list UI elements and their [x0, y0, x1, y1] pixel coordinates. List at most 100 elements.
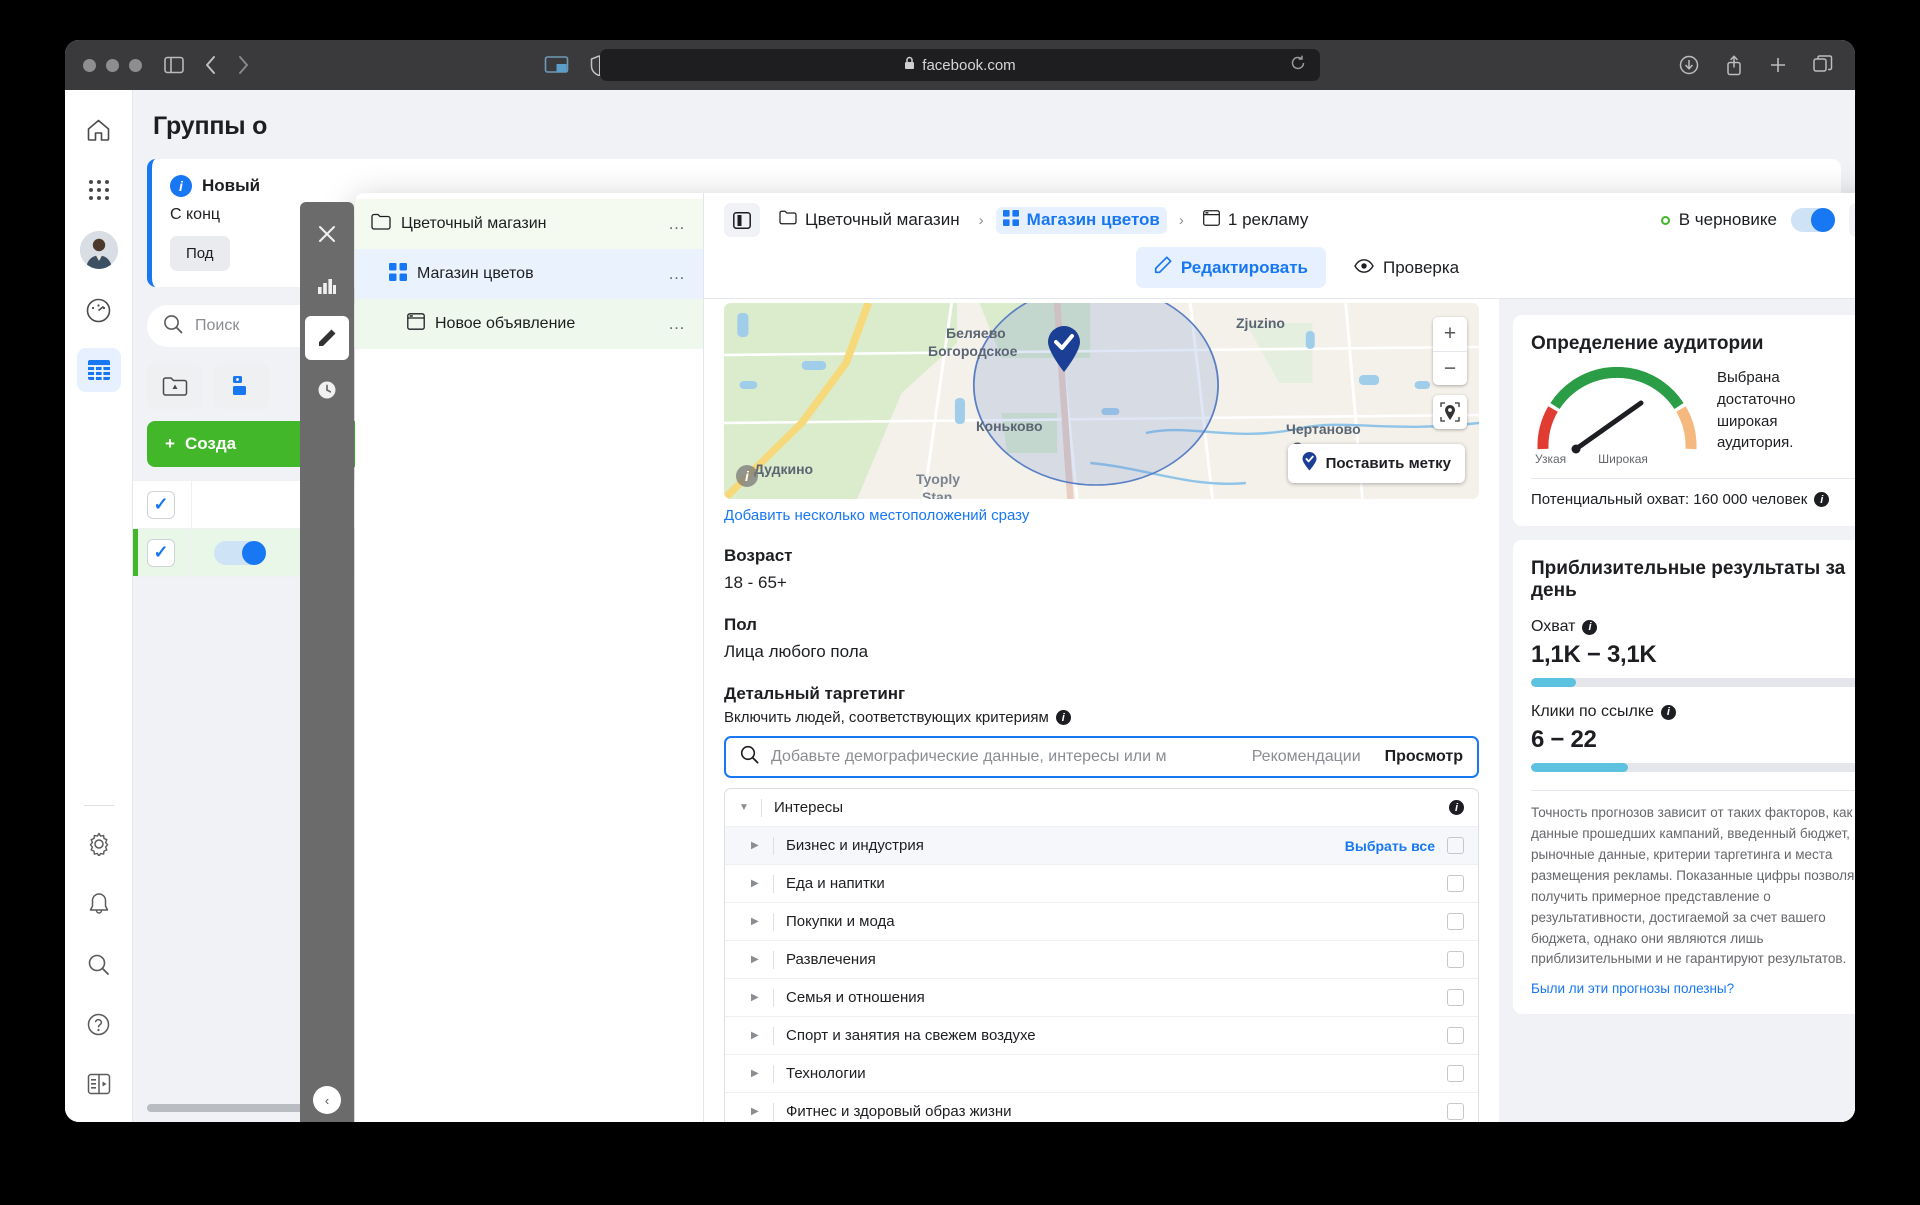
row-checkbox[interactable]: ✓ — [147, 490, 175, 519]
search-icon[interactable] — [77, 942, 121, 986]
info-icon[interactable]: i — [736, 465, 758, 487]
tree-row-ad[interactable]: Новое объявление … — [355, 299, 703, 349]
background-adset-button[interactable] — [213, 363, 269, 409]
tab-review[interactable]: Проверка — [1336, 247, 1477, 288]
list-item-checkbox[interactable] — [1447, 875, 1464, 892]
map-zoom-out-button[interactable]: − — [1433, 351, 1467, 385]
chevron-right-icon[interactable]: ▶ — [751, 878, 761, 889]
tree-row-menu[interactable]: … — [668, 264, 687, 284]
gauge-max-label: Широкая — [1598, 452, 1648, 466]
list-item[interactable]: ▶ Спорт и занятия на свежем воздухе — [725, 1017, 1478, 1055]
select-all-link[interactable]: Выбрать все — [1345, 838, 1435, 854]
status-toggle[interactable] — [1791, 208, 1835, 232]
list-item[interactable]: ▶ Бизнес и индустрия Выбрать все — [725, 827, 1478, 865]
share-icon[interactable] — [1725, 54, 1743, 76]
collapse-icon[interactable]: ‹ — [313, 1086, 341, 1114]
tab-edit[interactable]: Редактировать — [1135, 247, 1326, 288]
add-multiple-locations-link[interactable]: Добавить несколько местоположений сразу — [724, 507, 1479, 524]
locate-pin-icon[interactable] — [1433, 395, 1467, 429]
chevron-right-icon[interactable]: ▶ — [751, 992, 761, 1003]
tab-overview-icon[interactable] — [1813, 55, 1833, 75]
list-item-checkbox[interactable] — [1447, 989, 1464, 1006]
forecast-feedback-link[interactable]: Были ли эти прогнозы полезны? — [1531, 981, 1855, 996]
help-icon[interactable] — [77, 1002, 121, 1046]
tree-row-menu[interactable]: … — [668, 314, 687, 334]
list-item-label: Еда и напитки — [786, 875, 885, 892]
background-folder-button[interactable] — [147, 363, 203, 409]
maximize-window-button[interactable] — [129, 58, 142, 72]
close-icon[interactable] — [305, 212, 349, 256]
row-checkbox[interactable]: ✓ — [147, 538, 175, 567]
location-map[interactable]: Беляево Богородское Zjuzino Коньково Чер… — [724, 303, 1479, 499]
sidebar-toggle-icon[interactable] — [164, 56, 184, 74]
pencil-icon[interactable] — [305, 316, 349, 360]
list-item[interactable]: ▶ Фитнес и здоровый образ жизни — [725, 1093, 1478, 1122]
potential-reach-text: Потенциальный охват: 160 000 человек — [1531, 491, 1808, 508]
chevron-right-icon[interactable]: ▶ — [751, 1106, 761, 1117]
panel-icon[interactable] — [77, 1062, 121, 1106]
chevron-right-icon[interactable]: ▶ — [751, 916, 761, 927]
tab-review-label: Проверка — [1382, 257, 1460, 277]
table-icon[interactable] — [76, 348, 121, 392]
targeting-search-input[interactable]: Добавьте демографические данные, интерес… — [724, 736, 1479, 778]
background-notice-button[interactable]: Под — [170, 236, 230, 271]
list-item[interactable]: ▶ Покупки и мода — [725, 903, 1478, 941]
avatar[interactable] — [77, 228, 121, 272]
interests-list-header[interactable]: ▼ Интересы i — [725, 789, 1478, 827]
breadcrumb-adset[interactable]: Магазин цветов — [995, 206, 1167, 234]
list-item-checkbox[interactable] — [1447, 1027, 1464, 1044]
sidebar-toggle-icon[interactable] — [724, 203, 760, 237]
clock-icon[interactable] — [305, 368, 349, 412]
gear-icon[interactable] — [77, 822, 121, 866]
list-item-checkbox[interactable] — [1447, 1065, 1464, 1082]
home-icon[interactable] — [77, 108, 121, 152]
back-icon[interactable] — [204, 55, 217, 75]
tree-row-adset[interactable]: Магазин цветов … — [355, 249, 703, 299]
chevron-right-icon[interactable]: ▶ — [751, 1068, 761, 1079]
tree-row-menu[interactable]: … — [668, 214, 687, 234]
bell-icon[interactable] — [77, 882, 121, 926]
close-window-button[interactable] — [83, 58, 96, 72]
screencast-icon[interactable] — [544, 55, 569, 75]
row-status-toggle[interactable] — [214, 540, 266, 565]
forward-icon[interactable] — [237, 55, 250, 75]
window-controls[interactable] — [83, 58, 142, 72]
map-zoom-controls[interactable]: + − — [1433, 317, 1467, 385]
downloads-icon[interactable] — [1679, 55, 1699, 75]
list-item[interactable]: ▶ Семья и отношения — [725, 979, 1478, 1017]
list-item[interactable]: ▶ Развлечения — [725, 941, 1478, 979]
new-tab-icon[interactable] — [1769, 56, 1787, 74]
tree-row-campaign[interactable]: Цветочный магазин … — [355, 199, 703, 249]
list-item[interactable]: ▶ Еда и напитки — [725, 865, 1478, 903]
map-zoom-in-button[interactable]: + — [1433, 317, 1467, 351]
eye-icon — [1354, 258, 1374, 278]
chevron-down-icon[interactable]: ▼ — [739, 802, 749, 813]
info-icon[interactable]: i — [1582, 619, 1598, 635]
breadcrumb-label: Цветочный магазин — [805, 210, 960, 229]
chart-bars-icon[interactable] — [305, 264, 349, 308]
chevron-right-icon[interactable]: ▶ — [751, 1030, 761, 1041]
gauge-icon[interactable] — [77, 288, 121, 332]
chevron-right-icon[interactable]: ▶ — [751, 954, 761, 965]
info-icon[interactable]: i — [1814, 492, 1830, 507]
info-icon[interactable]: i — [1660, 704, 1676, 720]
chevron-right-icon[interactable]: ▶ — [751, 840, 761, 851]
list-item-checkbox[interactable] — [1447, 1103, 1464, 1120]
grid-apps-icon[interactable] — [77, 168, 121, 212]
list-item[interactable]: ▶ Технологии — [725, 1055, 1478, 1093]
browse-link[interactable]: Просмотр — [1385, 748, 1463, 766]
place-marker-button[interactable]: Поставить метку — [1287, 444, 1465, 483]
list-item-checkbox[interactable] — [1447, 951, 1464, 968]
info-icon[interactable]: i — [1055, 710, 1071, 725]
reload-icon[interactable] — [1290, 55, 1306, 75]
info-icon[interactable]: i — [1449, 800, 1464, 815]
address-bar[interactable]: facebook.com — [600, 49, 1320, 81]
list-item-checkbox[interactable] — [1447, 837, 1464, 854]
breadcrumb-ad[interactable]: 1 рекламу — [1196, 207, 1315, 234]
minimize-window-button[interactable] — [106, 58, 119, 72]
map-pin-icon — [1302, 452, 1317, 475]
breadcrumb-campaign[interactable]: Цветочный магазин — [772, 207, 967, 233]
list-item-checkbox[interactable] — [1447, 913, 1464, 930]
overflow-menu-button[interactable]: … — [1849, 203, 1855, 237]
recommendations-link[interactable]: Рекомендации — [1252, 748, 1361, 766]
